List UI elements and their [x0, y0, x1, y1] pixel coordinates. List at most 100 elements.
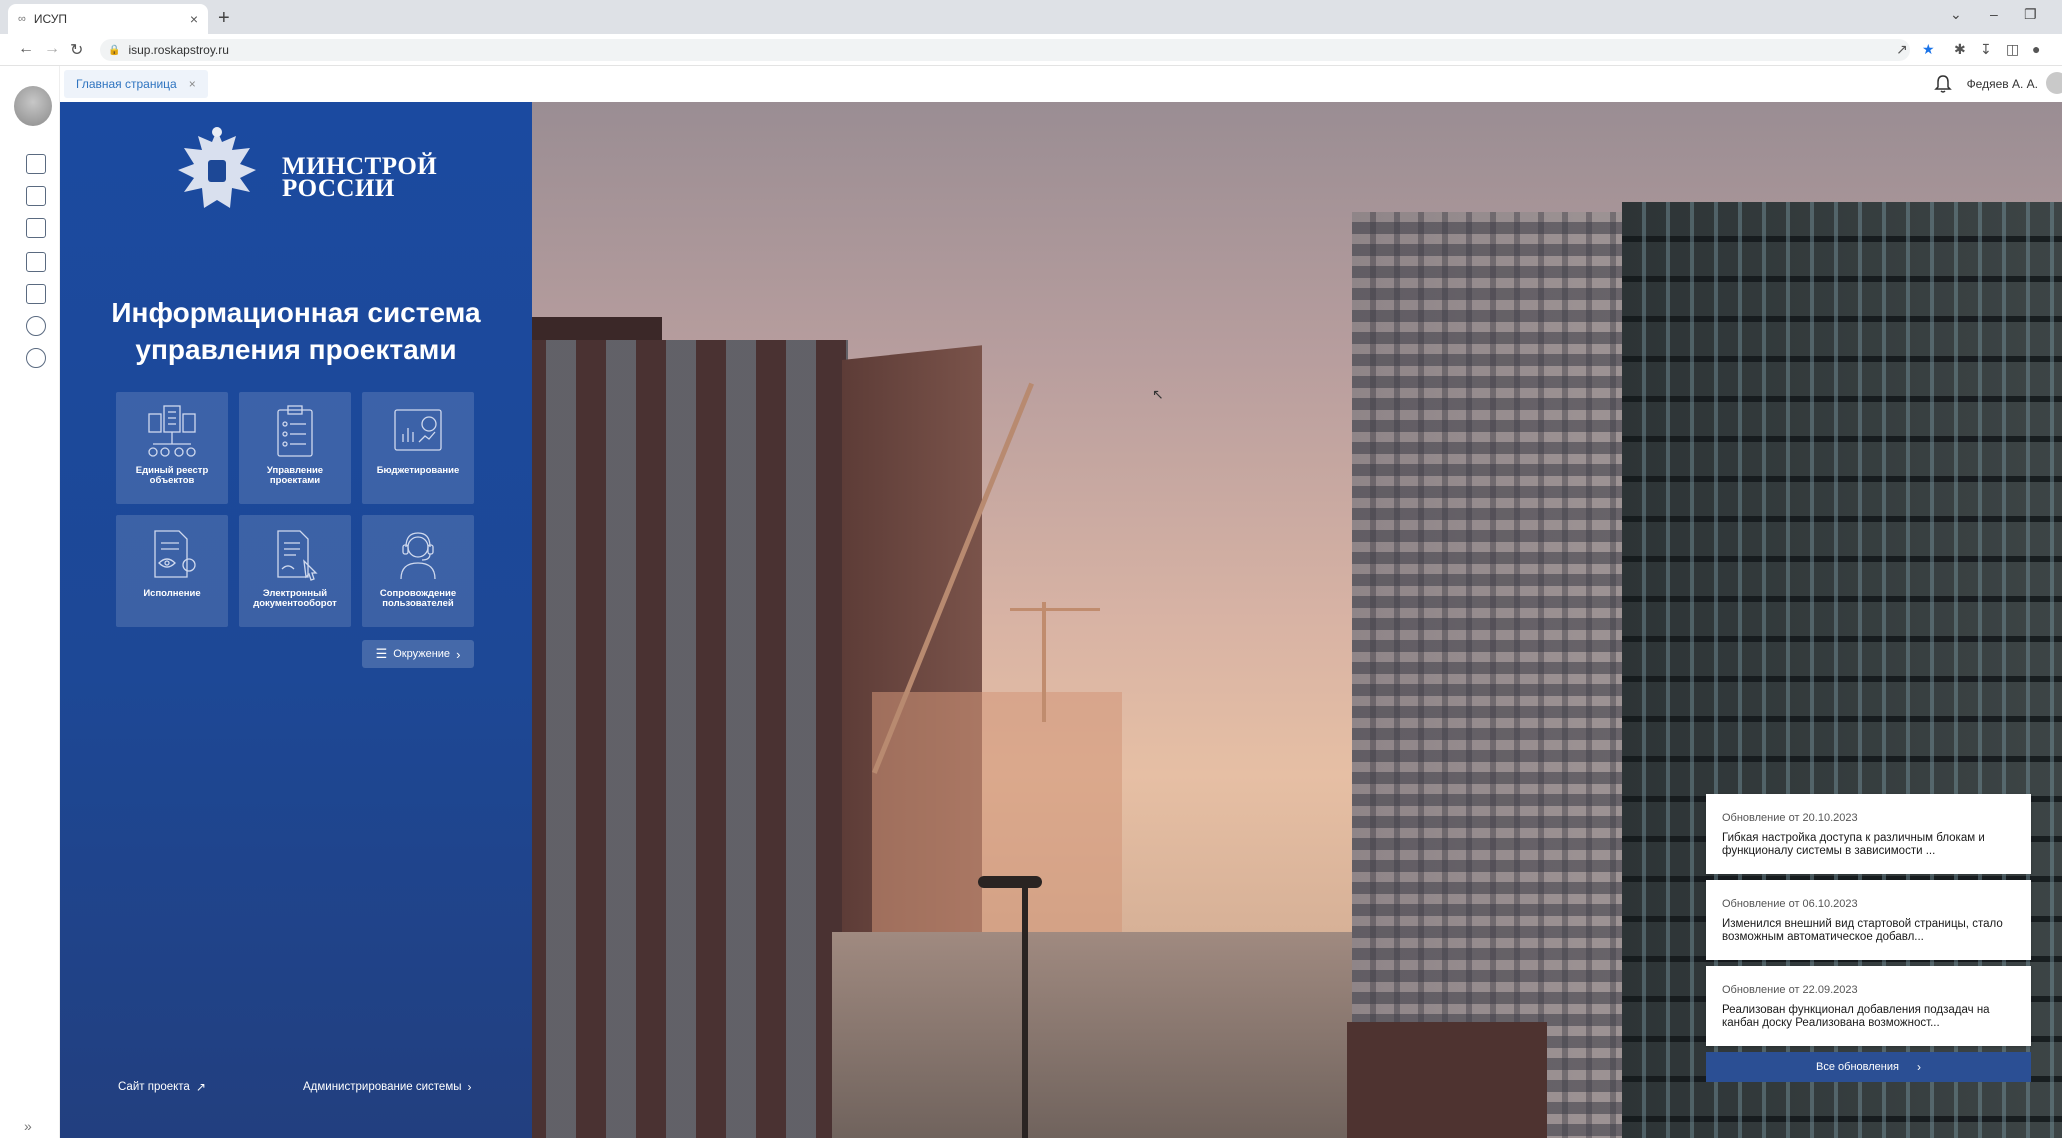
update-date: 06.10.2023 — [1802, 898, 1858, 910]
project-site-link[interactable]: Сайт проекта ↗ — [118, 1080, 206, 1094]
sidebar-docs-icon[interactable] — [26, 284, 46, 304]
sidebar-expand-icon[interactable]: » — [24, 1118, 32, 1134]
page-title: Информационная система управления проект… — [60, 294, 532, 368]
street-lamp-head — [978, 876, 1042, 888]
browser-tabstrip: ∞ ИСУП × + ⌄ – ❐ — [0, 0, 2062, 34]
notification-bell-icon[interactable] — [1934, 74, 1952, 94]
update-card[interactable]: Обновление от 22.09.2023 Реализован функ… — [1706, 966, 2031, 1046]
ministry-line-2: РОССИИ — [282, 175, 395, 202]
profile-icon[interactable]: ● — [2032, 41, 2040, 57]
update-prefix: Обновление от — [1722, 812, 1800, 824]
lock-icon: 🔒 — [108, 44, 121, 56]
update-date-line: Обновление от 06.10.2023 — [1722, 898, 2015, 910]
chevron-right-icon: › — [467, 1080, 472, 1094]
sidebar-document-icon[interactable] — [26, 252, 46, 272]
tile-label: Бюджетирование — [376, 465, 460, 476]
tile-label: Сопровождение пользователей — [379, 588, 457, 609]
download-icon[interactable]: ↧ — [1980, 41, 1992, 58]
street-lamp — [1022, 882, 1028, 1138]
sidebar-buildings-icon[interactable] — [26, 154, 46, 174]
browser-address-bar: ← → ↻ 🔒 isup.roskapstroy.ru ↗ ★ ✱ ↧ ◫ ● — [0, 34, 2062, 66]
avatar[interactable] — [2046, 72, 2062, 94]
tile-user-support[interactable]: Сопровождение пользователей — [362, 515, 474, 627]
tab-home-label: Главная страница — [76, 77, 177, 91]
update-text: Изменился внешний вид стартовой страницы… — [1722, 918, 2003, 943]
chevron-right-icon: › — [456, 646, 461, 662]
all-updates-button[interactable]: Все обновления › — [1706, 1052, 2031, 1082]
sidebar-list-icon[interactable] — [26, 186, 46, 206]
tile-label: Электронный документооборот — [253, 588, 337, 609]
site-favicon-icon: ∞ — [18, 13, 26, 25]
mouse-cursor-icon: ↖ — [1152, 386, 1164, 402]
browser-tab-title: ИСУП — [33, 12, 67, 26]
crane-small — [1042, 602, 1046, 722]
layers-icon: ☰ — [375, 646, 388, 661]
chevron-right-icon: › — [1916, 1060, 1921, 1074]
update-prefix: Обновление от — [1722, 898, 1800, 910]
update-text: Гибкая настройка доступа к различным бло… — [1722, 832, 1985, 857]
close-tab-icon[interactable]: × — [190, 11, 198, 27]
tab-home[interactable]: Главная страница × — [64, 70, 208, 98]
update-date: 22.09.2023 — [1802, 984, 1858, 996]
admin-link-label: Администрирование системы — [303, 1081, 462, 1093]
registry-icon — [148, 405, 196, 457]
support-operator-icon — [400, 532, 436, 580]
environment-button[interactable]: ☰ Окружение › — [362, 640, 474, 668]
reload-icon[interactable]: ↻ — [70, 40, 83, 60]
admin-link[interactable]: Администрирование системы › — [303, 1080, 471, 1094]
tab-search-icon[interactable]: ⌄ — [1950, 6, 1962, 23]
clipboard-icon — [277, 405, 313, 457]
new-tab-button[interactable]: + — [218, 6, 230, 30]
update-date: 20.10.2023 — [1802, 812, 1858, 824]
tile-budgeting[interactable]: Бюджетирование — [362, 392, 474, 504]
tab-home-close-icon[interactable]: × — [189, 77, 196, 91]
sidebar-folder-icon[interactable] — [26, 218, 46, 238]
updates-panel: Обновление от 20.10.2023 Гибкая настройк… — [1706, 794, 2031, 1082]
sidebar-headset-icon[interactable] — [26, 316, 46, 336]
page-title-line-1: Информационная система — [111, 297, 481, 328]
tile-project-management[interactable]: Управление проектами — [239, 392, 351, 504]
url-text: isup.roskapstroy.ru — [128, 43, 229, 57]
tile-label: Исполнение — [143, 588, 201, 599]
restore-icon[interactable]: ❐ — [2024, 6, 2037, 23]
tile-label: Единый реестр объектов — [135, 465, 209, 486]
update-card[interactable]: Обновление от 06.10.2023 Изменился внешн… — [1706, 880, 2031, 960]
sidebar-settings-icon[interactable] — [26, 348, 46, 368]
extensions-icon[interactable]: ✱ — [1954, 41, 1966, 58]
brick-building — [532, 340, 848, 1138]
minimize-icon[interactable]: – — [1990, 6, 1998, 22]
forward-icon[interactable]: → — [44, 40, 60, 58]
document-click-icon — [277, 530, 318, 581]
tile-edms[interactable]: Электронный документооборот — [239, 515, 351, 627]
app-sidebar: » — [0, 66, 60, 1138]
back-icon[interactable]: ← — [18, 40, 34, 58]
external-link-icon: ↗ — [195, 1080, 206, 1094]
coat-of-arms-icon — [178, 127, 256, 208]
update-date-line: Обновление от 22.09.2023 — [1722, 984, 2015, 996]
user-name[interactable]: Федяев А. А. — [1967, 77, 2038, 91]
crane-jib — [1010, 608, 1100, 611]
app-tab-bar: Главная страница × Федяев А. А. — [60, 66, 2062, 102]
update-text: Реализован функционал добавления подзада… — [1722, 1004, 1990, 1029]
all-updates-label: Все обновления — [1816, 1061, 1899, 1073]
update-card[interactable]: Обновление от 20.10.2023 Гибкая настройк… — [1706, 794, 2031, 874]
share-icon[interactable]: ↗ — [1896, 41, 1908, 58]
bookmark-star-icon[interactable]: ★ — [1922, 41, 1935, 58]
document-eye-icon — [154, 530, 196, 578]
sidepanel-icon[interactable]: ◫ — [2006, 41, 2019, 58]
emblem-logo-icon[interactable] — [14, 86, 52, 126]
page-title-line-2: управления проектами — [135, 334, 457, 365]
portal-panel: МИНСТРОЙ РОССИИ Информационная система у… — [60, 102, 532, 1138]
brick-front-building — [1347, 1022, 1547, 1138]
low-building — [832, 932, 1392, 1138]
budget-chart-icon — [394, 409, 442, 451]
tile-label: Управление проектами — [266, 465, 324, 486]
url-field[interactable]: 🔒 isup.roskapstroy.ru — [100, 39, 1910, 61]
tile-object-registry[interactable]: Единый реестр объектов — [116, 392, 228, 504]
tile-execution[interactable]: Исполнение — [116, 515, 228, 627]
project-site-link-label: Сайт проекта — [118, 1081, 190, 1093]
browser-tab[interactable]: ∞ ИСУП × — [8, 4, 208, 34]
ministry-wordmark: МИНСТРОЙ РОССИИ — [282, 154, 437, 202]
update-prefix: Обновление от — [1722, 984, 1800, 996]
environment-button-label: Окружение — [393, 648, 451, 660]
